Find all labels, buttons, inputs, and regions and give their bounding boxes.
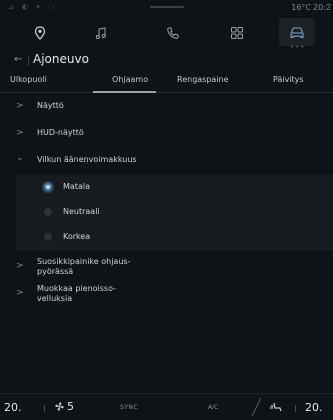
page-title: Ajoneuvo	[33, 52, 89, 66]
ac-button[interactable]: A/C	[208, 404, 218, 411]
outside-temperature: 16°C	[291, 3, 311, 12]
list-item-label-line2: pyörässä	[37, 267, 74, 276]
tab-paivitys[interactable]: Päivitys	[273, 75, 304, 84]
radio-option-neutraali[interactable]: Neutraali	[16, 200, 333, 225]
driver-temperature[interactable]: 20.	[4, 401, 22, 414]
radio-button[interactable]	[44, 233, 52, 241]
chevron-right-icon: >	[16, 101, 24, 111]
navigation-button[interactable]	[22, 18, 58, 48]
tab-ulkopuoli[interactable]: Ulkopuoli	[10, 75, 47, 84]
climate-bar: 20. 5 SYNC A/C 20.	[0, 393, 333, 420]
radio-label: Korkea	[63, 232, 91, 241]
music-button[interactable]	[83, 18, 119, 48]
list-item-hud-naytto[interactable]: > HUD-näyttö	[0, 121, 333, 147]
list-item-vilkun-aanenvoimakkuus[interactable]: ⌄ Vilkun äänenvoimakkuus	[0, 148, 333, 174]
clock: 20:2	[313, 3, 331, 12]
radio-label: Neutraali	[63, 207, 100, 216]
radio-button[interactable]	[44, 208, 52, 216]
radio-button-checked[interactable]	[44, 183, 52, 191]
phone-button[interactable]	[155, 18, 191, 48]
passenger-temperature[interactable]: 20.	[305, 401, 329, 414]
music-icon	[95, 27, 106, 39]
car-icon	[290, 27, 304, 39]
apps-button[interactable]	[219, 18, 255, 48]
fan-level[interactable]: 5	[67, 400, 74, 413]
navigation-icon	[34, 26, 46, 40]
tab-ohjaamo[interactable]: Ohjaamo	[112, 75, 148, 84]
radio-label: Matala	[63, 182, 90, 191]
fan-icon-svg	[55, 402, 64, 411]
seat-heat-icon[interactable]	[270, 402, 284, 416]
list-item-suosikkipainike[interactable]: > Suosikkipainike ohjaus- pyörässä	[0, 254, 333, 280]
chevron-right-icon: >	[16, 288, 24, 298]
top-nav	[0, 18, 333, 48]
seat-heat-icon-svg	[270, 402, 282, 412]
list-item-label: Vilkun äänenvoimakkuus	[37, 155, 137, 164]
list-item-label: Suosikkipainike ohjaus- pyörässä	[37, 257, 130, 277]
list-item-label: HUD-näyttö	[37, 128, 84, 137]
chevron-right-icon: >	[16, 128, 24, 138]
chevron-down-icon: ⌄	[16, 153, 24, 163]
status-pill	[150, 6, 184, 8]
header-divider	[28, 57, 29, 66]
list-item-label-line1: Suosikkipainike ohjaus-	[37, 257, 131, 266]
list-item-naytto[interactable]: > Näyttö	[0, 94, 333, 120]
fan-icon[interactable]	[54, 401, 65, 415]
list-item-label: Muokkaa pienoisso- velluksia	[37, 284, 116, 304]
radio-option-korkea[interactable]: Korkea	[16, 225, 333, 250]
page-header: ← Ajoneuvo	[0, 49, 333, 73]
list-item-label: Näyttö	[37, 101, 64, 110]
tab-bar: Ulkopuoli Ohjaamo Rengaspaine Päivitys	[0, 73, 333, 93]
tab-rengaspaine[interactable]: Rengaspaine	[177, 75, 229, 84]
list-item-muokkaa-pienoissovelluksia[interactable]: > Muokkaa pienoisso- velluksia	[0, 281, 333, 307]
sync-button[interactable]: SYNC	[120, 404, 138, 411]
status-bar: ⊿ ◐ ▾ ◌ 16°C 20:2	[0, 0, 333, 16]
apps-icon	[231, 27, 243, 39]
status-icons: ⊿ ◐ ▾ ◌	[8, 3, 58, 11]
climate-divider	[295, 405, 296, 412]
list-item-label-line2: velluksia	[37, 294, 73, 303]
radio-option-matala[interactable]: Matala	[16, 175, 333, 200]
chevron-right-icon: >	[16, 261, 24, 271]
active-tab-indicator	[93, 91, 156, 93]
back-arrow-icon[interactable]: ←	[14, 54, 22, 65]
list-item-label-line1: Muokkaa pienoisso-	[37, 284, 117, 293]
climate-divider	[44, 405, 45, 412]
phone-icon	[167, 27, 179, 39]
